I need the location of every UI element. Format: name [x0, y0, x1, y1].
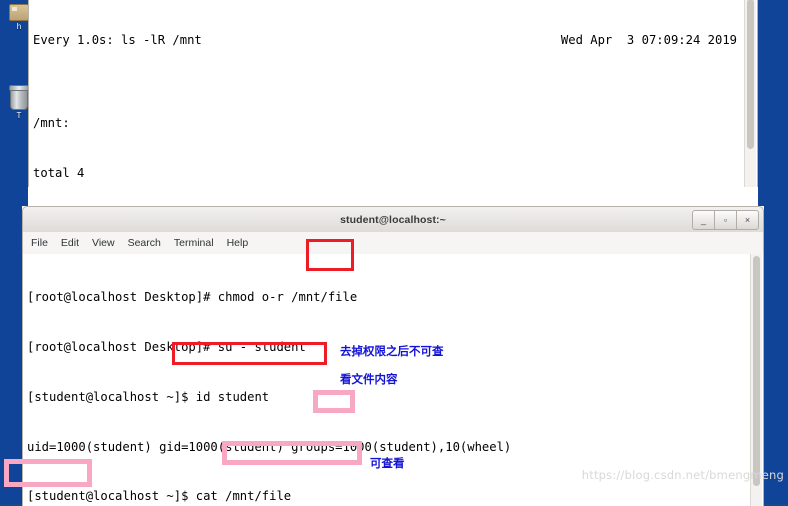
minimize-button[interactable]: _ — [692, 210, 715, 230]
menu-edit[interactable]: Edit — [61, 237, 79, 249]
terminal-line: uid=1000(student) gid=1000(student) grou… — [27, 439, 512, 454]
desktop-icon-trash-label: T — [16, 111, 22, 120]
watermark: https://blog.csdn.net/bmengmeng — [581, 468, 784, 482]
window2-title: student@localhost:~ — [340, 213, 446, 226]
watch-terminal-window[interactable]: File Edit View Search Terminal Help Ever… — [28, 0, 758, 210]
close-button[interactable]: × — [737, 210, 759, 230]
terminal-line: /mnt: — [33, 116, 70, 131]
terminal-line: total 4 — [33, 165, 85, 180]
menu-file[interactable]: File — [31, 237, 48, 249]
terminal-line: [student@localhost ~]$ cat /mnt/file — [27, 489, 292, 504]
window1-terminal-output[interactable]: Every 1.0s: ls -lR /mnt Wed Apr 3 07:09:… — [28, 0, 758, 187]
window1-scrollbar[interactable] — [744, 0, 756, 187]
window1-scrollbar-thumb[interactable] — [747, 0, 754, 149]
terminal-line: [root@localhost Desktop]# chmod o-r /mnt… — [27, 290, 358, 305]
desktop-background: h T File Edit View Search Terminal Help … — [0, 0, 788, 506]
window-controls[interactable]: _ ▫ × — [692, 210, 759, 230]
menu-view[interactable]: View — [92, 237, 115, 249]
menu-search[interactable]: Search — [128, 237, 161, 249]
menu-help[interactable]: Help — [227, 237, 249, 249]
maximize-button[interactable]: ▫ — [715, 210, 737, 230]
window2-menubar[interactable]: File Edit View Search Terminal Help — [22, 232, 764, 254]
terminal-line: [student@localhost ~]$ id student — [27, 389, 270, 404]
watch-header-datetime: Wed Apr 3 07:09:24 2019 — [560, 33, 737, 48]
window2-titlebar[interactable]: student@localhost:~ _ ▫ × — [22, 206, 764, 232]
trash-icon — [9, 85, 29, 110]
desktop-icon-home-label: h — [16, 22, 22, 31]
home-folder-icon — [9, 4, 29, 21]
note-viewable: 可查看 — [370, 456, 405, 470]
watch-header-command: Every 1.0s: ls -lR /mnt — [33, 33, 202, 48]
note-permission-removed: 去掉权限之后不可查 — [340, 344, 444, 358]
note-view-file-content: 看文件内容 — [340, 372, 398, 386]
menu-terminal[interactable]: Terminal — [174, 237, 214, 249]
window2-scrollbar-thumb[interactable] — [753, 256, 760, 486]
